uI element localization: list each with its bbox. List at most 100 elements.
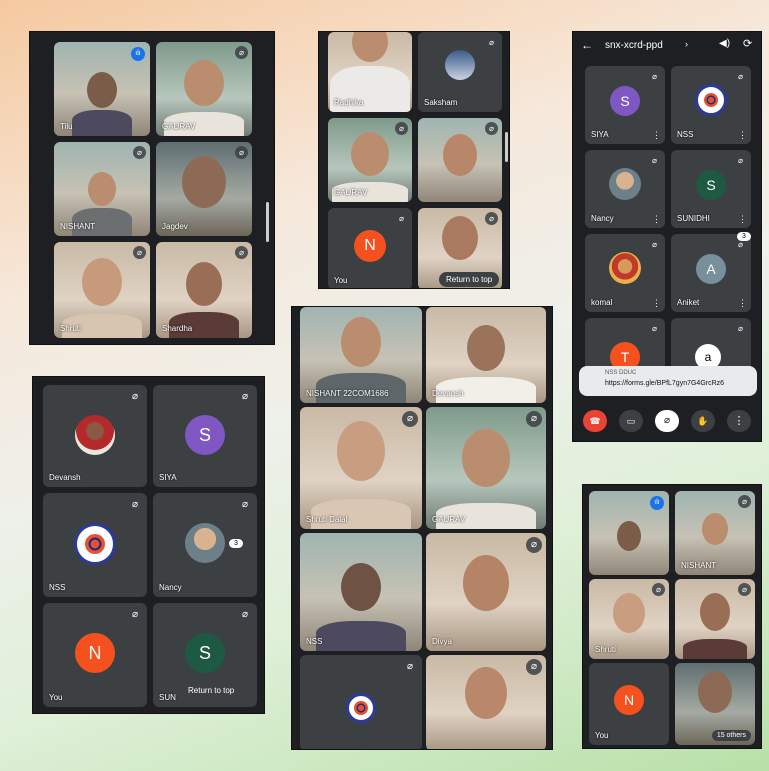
meeting-code[interactable]: snx-xcrd-ppd bbox=[605, 40, 663, 51]
participant-tile[interactable]: ⌀ NISHANT bbox=[675, 491, 755, 575]
participant-tile[interactable]: ⌀ Shardha bbox=[156, 242, 252, 338]
participant-tile[interactable]: ⌀ Divya bbox=[426, 533, 546, 651]
return-to-top-button[interactable]: Return to top bbox=[181, 683, 242, 698]
more-options-button[interactable]: ⋮ bbox=[727, 410, 751, 432]
participant-tile[interactable]: ılı bbox=[589, 491, 669, 575]
participant-face bbox=[351, 132, 389, 176]
participant-tile[interactable]: S ⌀ SIYA bbox=[153, 385, 257, 487]
participant-tile[interactable]: N ⌀ You bbox=[43, 603, 147, 707]
participant-avatar bbox=[609, 252, 641, 284]
participant-face bbox=[465, 667, 507, 719]
participant-tile[interactable]: ⌀ GAURAV bbox=[156, 42, 252, 136]
more-options-icon[interactable]: ⋮ bbox=[652, 131, 661, 140]
muted-mic-icon: ⌀ bbox=[237, 497, 253, 513]
participant-name: NISHANT bbox=[60, 222, 96, 231]
participant-name: SIYA bbox=[591, 130, 609, 139]
switch-camera-icon[interactable]: ⟳ bbox=[743, 37, 752, 50]
participant-avatar bbox=[609, 168, 641, 200]
participant-tile[interactable]: N ⌀ You bbox=[328, 208, 412, 288]
participant-tile[interactable]: ⌀ bbox=[418, 118, 502, 202]
side-notification-badge[interactable]: 3 bbox=[229, 539, 243, 548]
participant-face bbox=[341, 317, 381, 367]
participant-tile[interactable]: S ⌀ SIYA ⋮ bbox=[585, 66, 665, 144]
participant-face bbox=[182, 156, 226, 208]
participant-tile[interactable]: ⌀ Saksham bbox=[418, 32, 502, 112]
participant-body bbox=[311, 499, 411, 529]
participant-avatar: N bbox=[75, 633, 115, 673]
participant-name: NSS bbox=[677, 130, 694, 139]
participant-avatar: S bbox=[696, 170, 726, 200]
participant-tile[interactable]: ⌀ Shruti bbox=[589, 579, 669, 659]
participant-avatar: S bbox=[185, 415, 225, 455]
more-options-icon[interactable]: ⋮ bbox=[738, 215, 747, 224]
participant-tile[interactable]: ⌀ Shruti bbox=[54, 242, 150, 338]
camera-off-button[interactable]: ▭ bbox=[619, 410, 643, 432]
participant-name: komal bbox=[591, 298, 613, 307]
participant-name: Radhika bbox=[334, 98, 364, 107]
participant-tile[interactable]: ılı Tilu bbox=[54, 42, 150, 136]
others-count-badge[interactable]: 15 others bbox=[711, 730, 751, 741]
participant-tile[interactable]: ⌀ komal ⋮ bbox=[585, 234, 665, 312]
muted-mic-icon: ⌀ bbox=[237, 389, 253, 405]
participant-tile[interactable]: ⌀ GAURAV bbox=[328, 118, 412, 202]
more-options-icon[interactable]: ⋮ bbox=[652, 299, 661, 308]
muted-mic-icon: ⌀ bbox=[127, 389, 143, 405]
participant-tile[interactable]: ⌀ bbox=[426, 655, 546, 749]
participant-tile[interactable]: S ⌀ SUNIDHI ⋮ bbox=[671, 150, 751, 228]
muted-mic-icon: ⌀ bbox=[734, 154, 747, 167]
participant-tile[interactable]: ⌀ GAURAV bbox=[426, 407, 546, 529]
participant-avatar: S bbox=[185, 633, 225, 673]
return-to-top-button[interactable]: Return to top bbox=[439, 272, 500, 287]
participant-tile[interactable]: ⌀ bbox=[300, 655, 422, 749]
participant-body bbox=[683, 639, 747, 659]
muted-mic-icon: ⌀ bbox=[648, 154, 661, 167]
participant-tile[interactable]: ⌀ NSS bbox=[43, 493, 147, 597]
participant-tile[interactable]: A ⌀ Aniket ⋮ bbox=[671, 234, 751, 312]
participant-tile[interactable]: T ⌀ bbox=[585, 318, 665, 370]
chat-message[interactable]: https://forms.gle/BPfL7gyn7G4GrcRz6 bbox=[605, 380, 724, 387]
side-notification-badge[interactable]: 3 bbox=[737, 232, 751, 241]
participant-name: You bbox=[595, 731, 609, 740]
muted-mic-icon: ⌀ bbox=[485, 212, 498, 225]
participant-tile[interactable]: NISHANT 22COM1686 bbox=[300, 307, 422, 403]
participant-tile[interactable]: Devansh bbox=[426, 307, 546, 403]
participant-name: Divya bbox=[432, 637, 453, 646]
back-arrow-icon[interactable]: ← bbox=[581, 38, 593, 52]
participant-name: Nancy bbox=[159, 583, 182, 592]
participant-tile[interactable]: Radhika bbox=[328, 32, 412, 112]
participant-tile[interactable]: ⌀ NISHANT bbox=[54, 142, 150, 236]
participant-name: Shruti Dalal bbox=[306, 515, 348, 524]
scrollbar[interactable] bbox=[505, 132, 508, 162]
participant-tile[interactable]: ⌀ bbox=[675, 579, 755, 659]
participant-face bbox=[186, 262, 222, 306]
hang-up-button[interactable]: ☎ bbox=[583, 410, 607, 432]
participant-face bbox=[700, 593, 730, 631]
top-bar: ← snx-xcrd-ppd › ◀︎) ⟳ bbox=[573, 32, 761, 60]
muted-mic-icon: ⌀ bbox=[395, 212, 408, 225]
speaker-icon[interactable]: ◀︎) bbox=[719, 38, 730, 49]
participant-face bbox=[463, 555, 509, 611]
more-options-icon[interactable]: ⋮ bbox=[738, 131, 747, 140]
participant-avatar: N bbox=[614, 685, 644, 715]
mic-off-button[interactable]: ⌀ bbox=[655, 410, 679, 432]
participant-tile[interactable]: ⌀ Devansh bbox=[43, 385, 147, 487]
meet-screenshot-2: Radhika ⌀ Saksham ⌀ GAURAV ⌀ N ⌀ You ⌀ R… bbox=[318, 31, 510, 289]
muted-mic-icon: ⌀ bbox=[652, 583, 665, 596]
chevron-right-icon: › bbox=[685, 39, 688, 49]
raise-hand-button[interactable]: ✋ bbox=[691, 410, 715, 432]
participant-face bbox=[82, 258, 122, 306]
chat-toast[interactable]: NSS DDUC https://forms.gle/BPfL7gyn7G4Gr… bbox=[579, 366, 757, 396]
muted-mic-icon: ⌀ bbox=[734, 70, 747, 83]
scrollbar[interactable] bbox=[266, 202, 269, 242]
more-options-icon[interactable]: ⋮ bbox=[738, 299, 747, 308]
participant-avatar bbox=[445, 50, 475, 80]
participant-tile[interactable]: 15 others bbox=[675, 663, 755, 745]
participant-tile[interactable]: ⌀ NSS ⋮ bbox=[671, 66, 751, 144]
participant-tile[interactable]: NSS bbox=[300, 533, 422, 651]
participant-tile[interactable]: ⌀ Jagdev bbox=[156, 142, 252, 236]
participant-tile[interactable]: ⌀ Nancy ⋮ bbox=[585, 150, 665, 228]
participant-tile[interactable]: ⌀ Shruti Dalal bbox=[300, 407, 422, 529]
muted-mic-icon: ⌀ bbox=[235, 46, 248, 59]
participant-tile[interactable]: N You bbox=[589, 663, 669, 745]
more-options-icon[interactable]: ⋮ bbox=[652, 215, 661, 224]
